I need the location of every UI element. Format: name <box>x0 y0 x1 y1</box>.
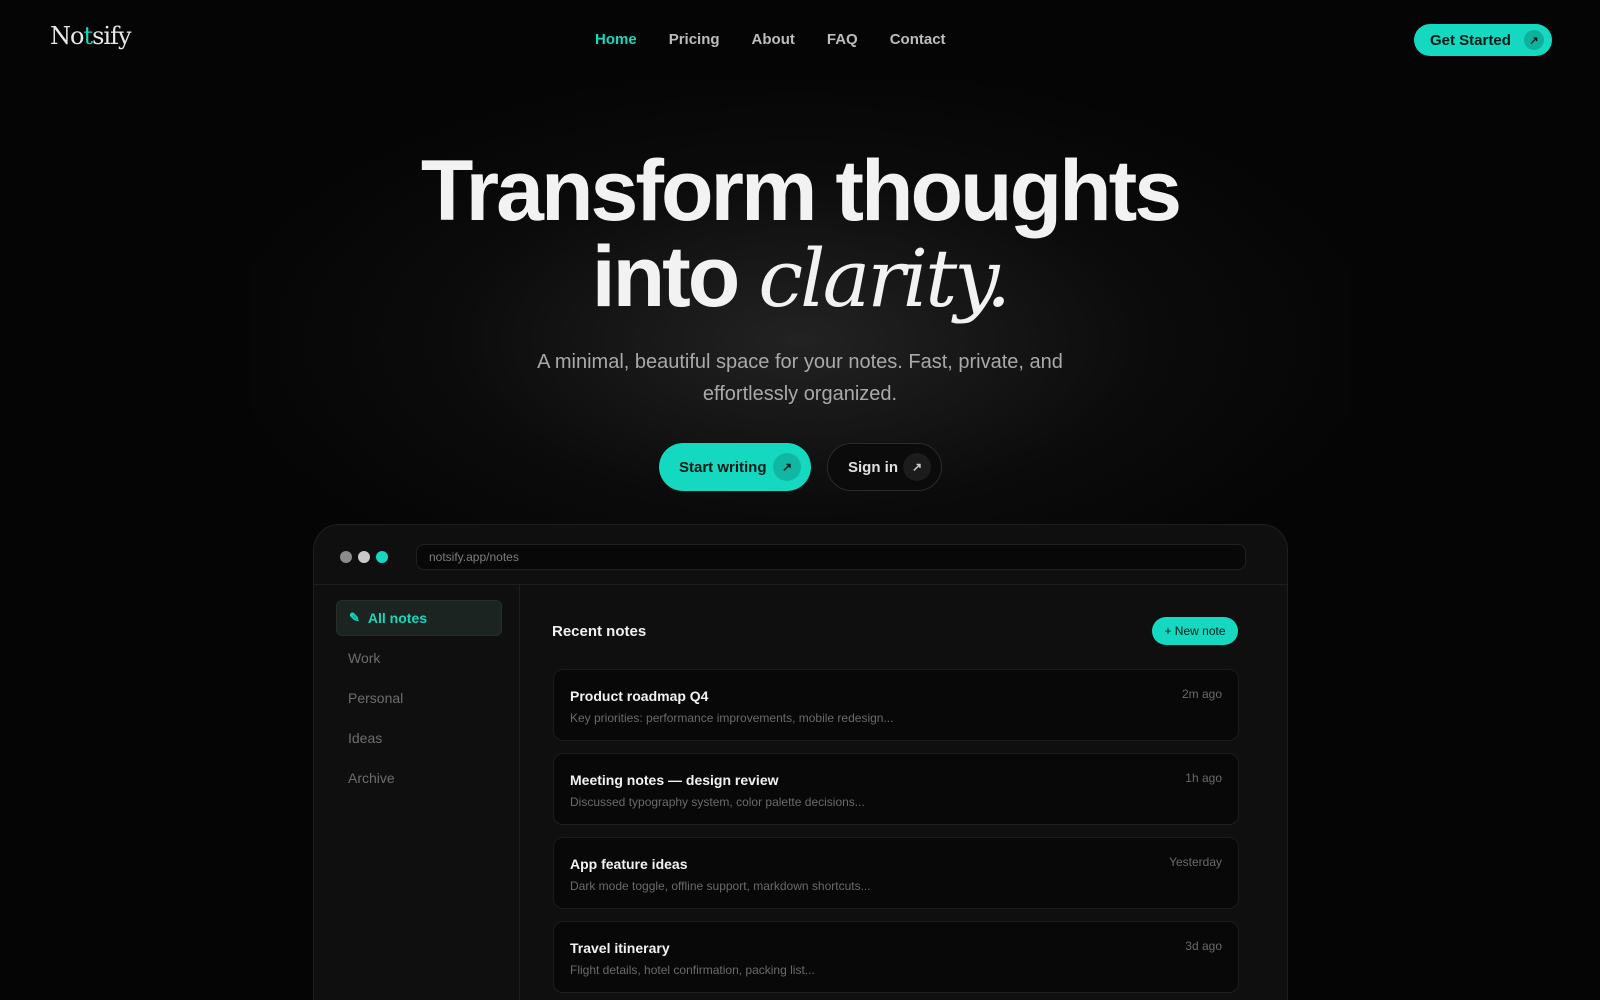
sidebar-item-label: Work <box>348 650 381 666</box>
window-dot-icon <box>358 551 370 563</box>
url-bar[interactable]: notsify.app/notes <box>416 544 1246 570</box>
note-snippet: Dark mode toggle, offline support, markd… <box>570 879 871 893</box>
note-title: App feature ideas <box>570 856 688 872</box>
logo-text-suffix: sify <box>92 22 131 50</box>
note-timestamp: 2m ago <box>1181 687 1222 701</box>
get-started-button[interactable]: Get Started ↗ <box>1414 24 1552 56</box>
note-card[interactable]: App feature ideas Dark mode toggle, offl… <box>553 837 1239 909</box>
nav-links: Home Pricing About FAQ Contact <box>595 31 946 48</box>
logo-text-accent: t <box>83 22 93 50</box>
app-preview-window: notsify.app/notes ✎ All notes Work Perso… <box>313 524 1288 1000</box>
sidebar-item-ideas[interactable]: Ideas <box>336 720 502 756</box>
note-title: Travel itinerary <box>570 940 670 956</box>
hero-title-plain: into <box>591 229 741 325</box>
nav-link-home[interactable]: Home <box>595 31 637 48</box>
sidebar-item-personal[interactable]: Personal <box>336 680 502 716</box>
note-title: Product roadmap Q4 <box>570 688 709 704</box>
logo-text-prefix: No <box>50 22 84 50</box>
start-writing-label: Start writing <box>679 458 767 476</box>
note-title: Meeting notes — design review <box>570 772 779 788</box>
hero-title: Transform thoughts into clarity. <box>0 148 1600 322</box>
note-snippet: Flight details, hotel confirmation, pack… <box>570 963 815 977</box>
arrow-up-right-icon: ↗ <box>773 453 801 481</box>
get-started-label: Get Started <box>1430 31 1511 49</box>
note-card[interactable]: Travel itinerary Flight details, hotel c… <box>553 921 1239 993</box>
sidebar-item-label: Ideas <box>348 730 383 746</box>
arrow-up-right-icon: ↗ <box>903 453 931 481</box>
note-timestamp: 1h ago <box>1185 771 1222 785</box>
hero-subtitle: A minimal, beautiful space for your note… <box>537 351 1063 405</box>
window-dot-icon <box>340 551 352 563</box>
note-snippet: Discussed typography system, color palet… <box>570 795 865 809</box>
nav-link-contact[interactable]: Contact <box>890 31 946 48</box>
note-timestamp: Yesterday <box>1169 855 1222 869</box>
hero-title-italic: clarity. <box>758 232 1011 325</box>
nav-link-pricing[interactable]: Pricing <box>669 31 720 48</box>
hero-title-line2: into clarity. <box>0 234 1600 322</box>
sidebar-item-work[interactable]: Work <box>336 640 502 676</box>
note-timestamp: 3d ago <box>1185 939 1222 953</box>
nav-link-faq[interactable]: FAQ <box>827 31 858 48</box>
logo[interactable]: Notsify <box>50 22 132 50</box>
sign-in-button[interactable]: Sign in ↗ <box>827 443 942 491</box>
sidebar-item-all-notes[interactable]: ✎ All notes <box>336 600 502 636</box>
recent-notes-heading: Recent notes <box>552 623 647 640</box>
hero-title-line1: Transform thoughts <box>420 143 1182 239</box>
sign-in-label: Sign in <box>848 458 898 476</box>
note-card[interactable]: Meeting notes — design review Discussed … <box>553 753 1239 825</box>
sidebar-item-label: Personal <box>348 690 404 706</box>
start-writing-button[interactable]: Start writing ↗ <box>659 443 811 491</box>
new-note-button[interactable]: + New note <box>1152 617 1238 645</box>
notes-main-panel: Recent notes + New note Product roadmap … <box>520 585 1287 1000</box>
sidebar-item-label: All notes <box>367 610 428 626</box>
window-titlebar: notsify.app/notes <box>314 525 1287 585</box>
note-card[interactable]: Product roadmap Q4 Key priorities: perfo… <box>553 669 1239 741</box>
arrow-up-right-icon: ↗ <box>1524 30 1544 50</box>
top-navigation: Notsify Home Pricing About FAQ Contact G… <box>0 0 1600 80</box>
sidebar-item-archive[interactable]: Archive <box>336 760 502 796</box>
nav-link-about[interactable]: About <box>752 31 795 48</box>
window-dot-icon <box>376 551 388 563</box>
note-snippet: Key priorities: performance improvements… <box>570 711 894 725</box>
notes-sidebar: ✎ All notes Work Personal Ideas Archive <box>314 585 520 1000</box>
pencil-icon: ✎ <box>349 610 360 625</box>
sidebar-item-label: Archive <box>348 770 395 786</box>
